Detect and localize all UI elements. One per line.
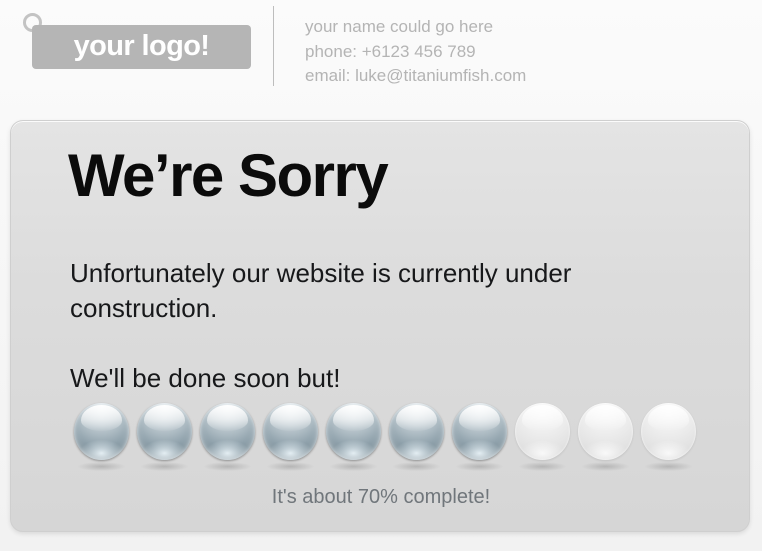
orb-shadow <box>141 462 188 471</box>
orb-shadow <box>645 462 692 471</box>
page-header: your logo! your name could go here phone… <box>0 0 762 105</box>
progress-orb-7 <box>444 399 507 471</box>
contact-block: your name could go here phone: +6123 456… <box>305 15 735 89</box>
orb-shadow <box>456 462 503 471</box>
progress-orb-9 <box>570 399 633 471</box>
header-divider <box>273 6 274 86</box>
notice-panel: We’re Sorry Unfortunately our website is… <box>10 120 750 532</box>
orb-shadow <box>393 462 440 471</box>
orb-shadow <box>78 462 125 471</box>
progress-caption: It's about 70% complete! <box>271 486 491 508</box>
orb-sphere-filled <box>389 403 444 460</box>
progress-orb-2 <box>129 399 192 471</box>
contact-email: email: luke@titaniumfish.com <box>305 66 527 85</box>
orb-shadow <box>267 462 314 471</box>
orb-sphere-empty <box>515 403 570 460</box>
orb-sphere-empty <box>641 403 696 460</box>
page-title: We’re Sorry <box>68 142 389 209</box>
orb-sphere-filled <box>200 403 255 460</box>
contact-name: your name could go here <box>305 17 494 36</box>
contact-phone: phone: +6123 456 789 <box>305 41 476 61</box>
logo[interactable]: your logo! <box>23 13 251 69</box>
orb-sphere-filled <box>74 403 129 460</box>
orb-sphere-filled <box>137 403 192 460</box>
orb-shadow <box>204 462 251 471</box>
progress-orb-1 <box>66 399 129 471</box>
orb-shadow <box>519 462 566 471</box>
progress-orb-3 <box>192 399 255 471</box>
orb-shadow <box>582 462 629 471</box>
progress-orbs <box>66 399 696 471</box>
body-paragraph: Unfortunately our website is currently u… <box>70 258 572 323</box>
progress-orb-10 <box>633 399 696 471</box>
orb-sphere-empty <box>578 403 633 460</box>
orb-shadow <box>330 462 377 471</box>
orb-sphere-filled <box>452 403 507 460</box>
orb-sphere-filled <box>263 403 318 460</box>
logo-text: your logo! <box>73 29 210 62</box>
progress-orb-8 <box>507 399 570 471</box>
progress-orb-4 <box>255 399 318 471</box>
progress-orb-6 <box>381 399 444 471</box>
body-paragraph-secondary: We'll be done soon but! <box>70 363 341 393</box>
orb-sphere-filled <box>326 403 381 460</box>
progress-orb-5 <box>318 399 381 471</box>
